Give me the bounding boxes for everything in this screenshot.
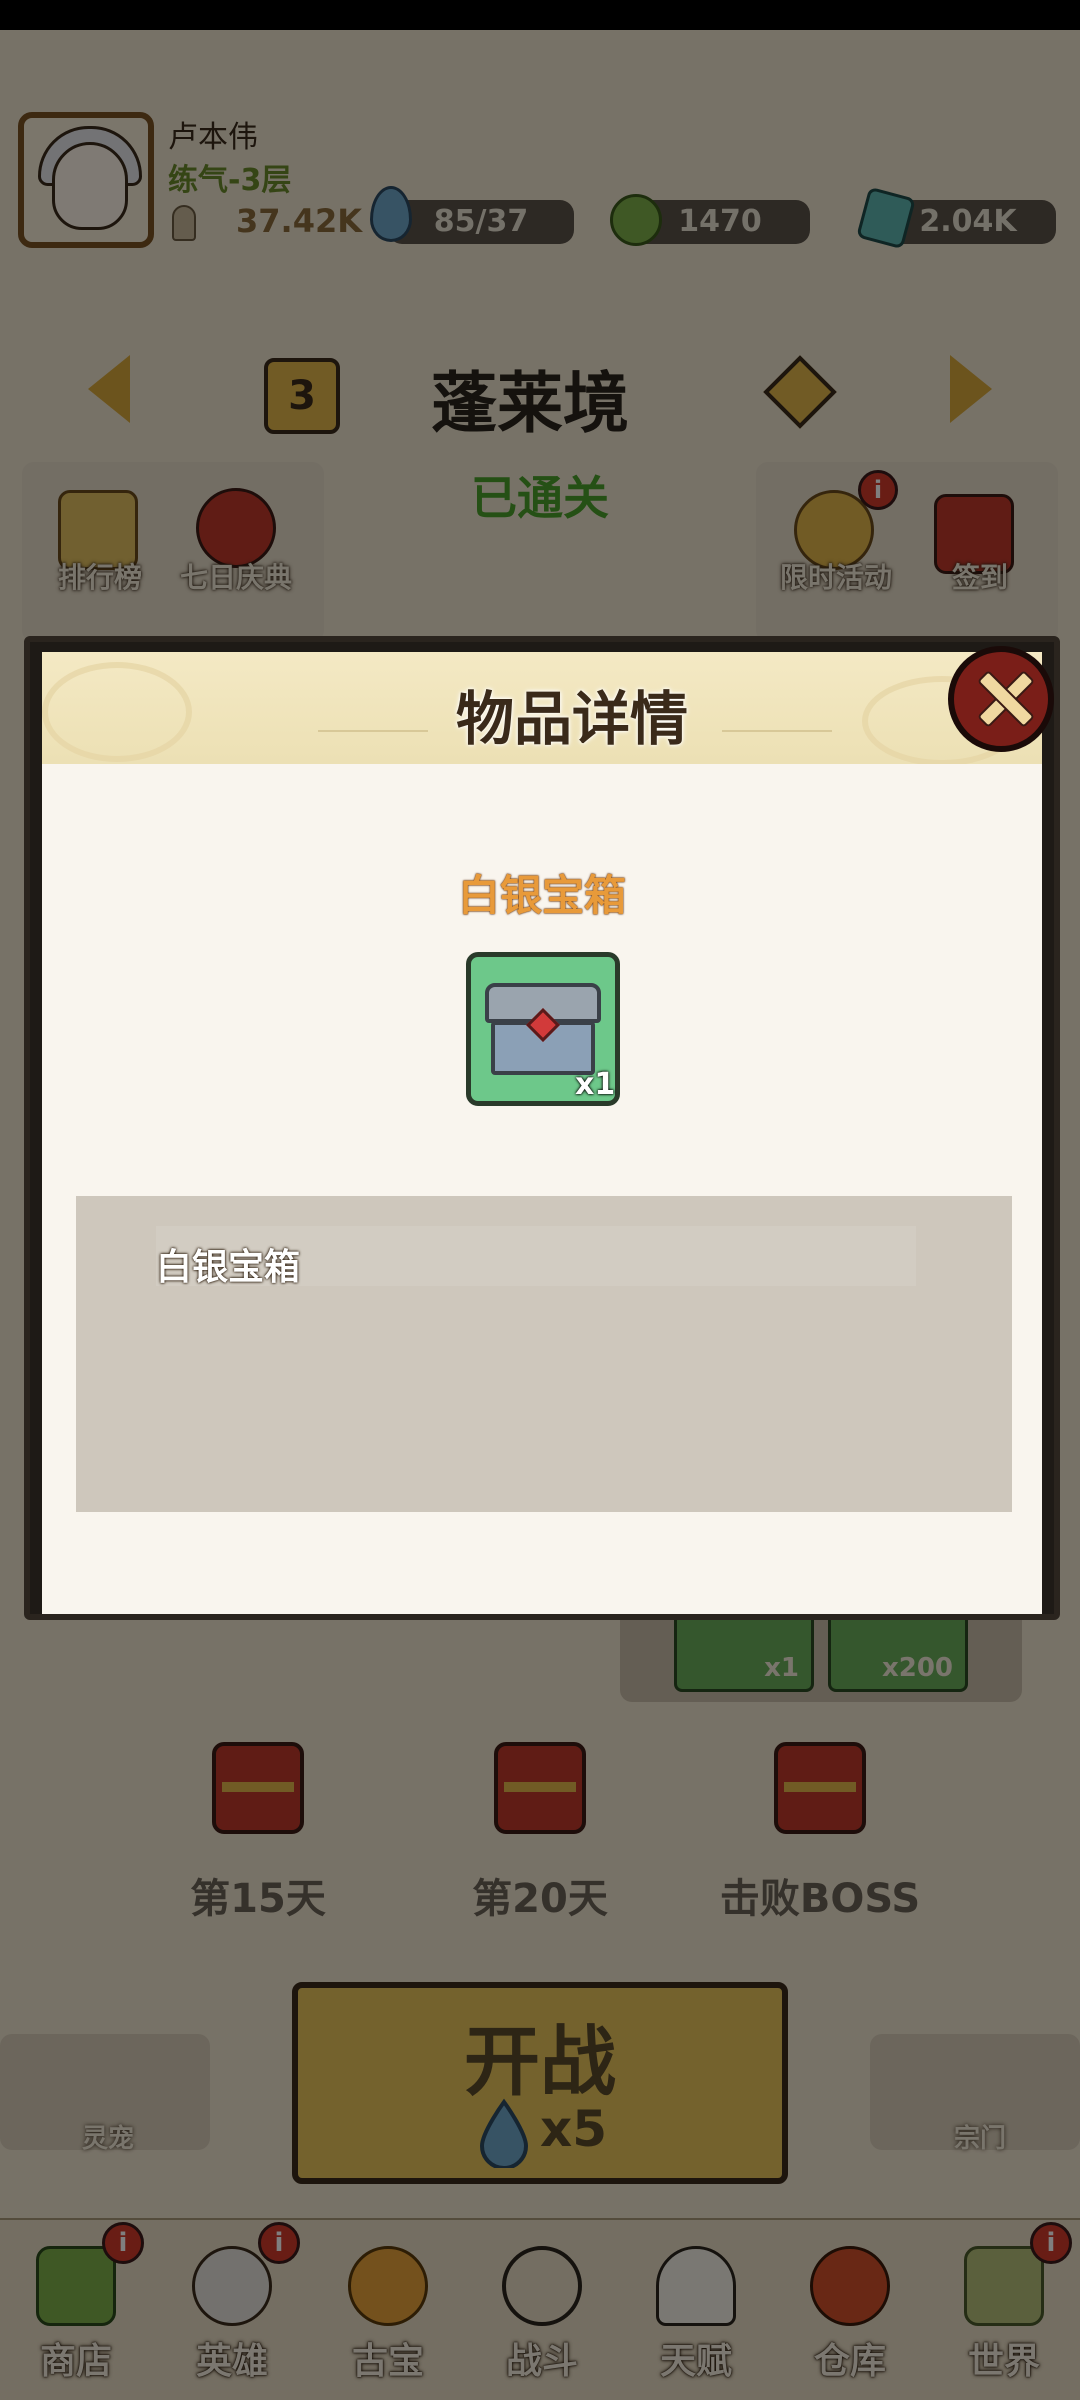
modal-title: 物品详情: [455, 685, 688, 753]
item-description-box: 白银宝箱: [76, 1196, 1012, 1512]
close-button[interactable]: [948, 646, 1054, 752]
silver-chest-icon: x1: [466, 952, 620, 1106]
modal-body: 白银宝箱 x1 白银宝箱: [42, 764, 1042, 1614]
item-quantity: x1: [575, 1067, 616, 1102]
item-detail-modal: 物品详情 白银宝箱 x1 白银宝箱: [24, 636, 1060, 1620]
cloud-ornament-icon: [42, 662, 192, 762]
item-name: 白银宝箱: [457, 871, 626, 920]
item-description: 白银宝箱: [156, 1247, 301, 1288]
modal-header: 物品详情: [42, 652, 1042, 766]
